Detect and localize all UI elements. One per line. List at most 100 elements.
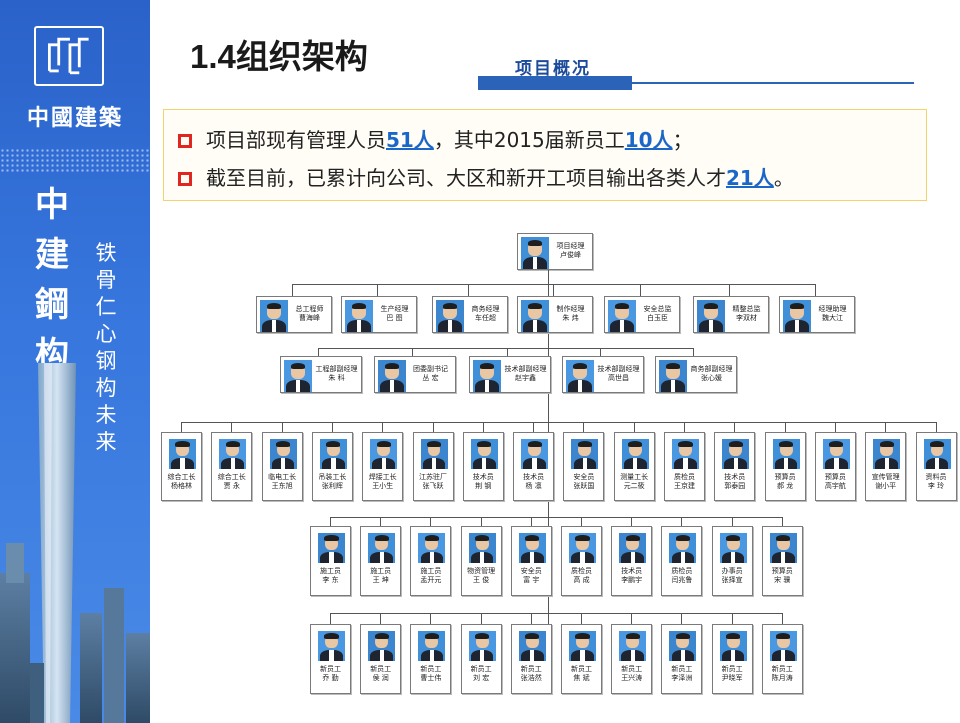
org-node: 安全总监 白玉臣 (604, 296, 680, 333)
connector-line (318, 348, 319, 356)
name-text: 李鹏宇 (621, 576, 643, 584)
person-label: 综合工长贾 永 (212, 473, 251, 491)
org-node: 物资管理王 俊 (460, 526, 502, 596)
role-text: 办事员 (721, 567, 743, 575)
org-node: 施工员 孟开元 (410, 526, 452, 596)
org-node: 新员工 李泽洲 (661, 624, 703, 694)
person-label: 总工程师 曹海峰 (290, 305, 329, 323)
name-text: 卢俊峰 (560, 251, 581, 259)
person-label: 质检员 闫兆鲁 (662, 567, 701, 585)
name-text: 郝 龙 (776, 482, 794, 490)
person-photo (783, 300, 811, 332)
connector-line (482, 422, 484, 432)
person-photo (873, 439, 901, 469)
connector-line (631, 517, 633, 526)
name-text: 荆 钢 (475, 482, 492, 490)
person-label: 施工员王 坤 (361, 567, 400, 585)
person-label: 安全员 张跃国 (564, 473, 603, 491)
role-text: 技术部副经理 (597, 365, 640, 373)
person-label: 制作经理朱 炜 (551, 305, 590, 323)
role-text: 宣传管理 (871, 473, 900, 481)
name-text: 曹士伟 (420, 674, 442, 682)
org-node: 新员工 王兴涛 (611, 624, 653, 694)
role-text: 商务经理 (471, 305, 500, 313)
name-text: 王兴涛 (621, 674, 643, 682)
org-node: 项目经理 卢俊峰 (517, 233, 593, 270)
connector-line (330, 613, 331, 624)
org-node: 新员工 陈月涛 (761, 624, 803, 694)
role-text: 制作经理 (556, 305, 585, 313)
org-node: 办事员 张择宣 (711, 526, 753, 596)
person-photo (608, 300, 636, 332)
role-text: 江苏驻厂 (419, 473, 447, 481)
person-photo (378, 360, 406, 392)
person-photo (769, 533, 797, 563)
name-text: 魏大江 (822, 314, 843, 322)
person-label: 焊接工长 王小生 (363, 473, 402, 491)
name-text: 侯 润 (372, 674, 389, 682)
person-label: 技术部副经理 高世昌 (596, 365, 641, 383)
name-text: 丛 宏 (422, 374, 439, 382)
connector-line (784, 422, 786, 432)
person-label: 吊装工长 张利辉 (313, 473, 352, 491)
role-text: 技术部副经理 (504, 365, 547, 373)
person-photo (420, 439, 448, 469)
role-text: 综合工长 (167, 473, 196, 481)
org-node: 质检员 王京建 (664, 432, 705, 501)
role-text: 预算员 (771, 567, 793, 575)
name-text: 王京建 (674, 482, 695, 490)
person-photo (219, 439, 247, 469)
person-photo (345, 300, 373, 332)
name-text: 李 东 (322, 576, 339, 584)
org-node: 团委副书记丛 宏 (374, 356, 456, 393)
org-node: 技术员 李鹏宇 (611, 526, 653, 596)
connector-line (935, 422, 937, 432)
person-photo (619, 631, 647, 661)
org-node: 新员工侯 润 (360, 624, 402, 694)
role-text: 商务部副经理 (690, 365, 733, 373)
connector-line (331, 422, 333, 432)
role-text: 项目经理 (556, 242, 585, 250)
connector-line (377, 284, 378, 296)
name-text: 贾 永 (223, 482, 240, 490)
name-text: 李泽洲 (671, 674, 693, 682)
name-text: 宋 骥 (774, 576, 791, 584)
person-label: 新员工 李泽洲 (662, 665, 701, 683)
name-text: 焦 斌 (573, 674, 590, 682)
connector-line (412, 348, 413, 356)
role-text: 工程部副经理 (315, 365, 358, 373)
org-node: 生产经理巴 图 (341, 296, 417, 333)
person-label: 工程部副经理朱 科 (314, 365, 359, 383)
connector-line (731, 613, 733, 624)
role-text: 技术员 (724, 473, 746, 481)
org-node: 测量工长 元二筱 (613, 432, 655, 501)
name-text: 张浩然 (520, 674, 542, 682)
org-node: 预算员宋 骥 (761, 526, 803, 596)
role-text: 安全员 (520, 567, 542, 575)
org-node: 江苏驻厂 张飞跃 (412, 432, 454, 501)
name-text: 杨 凛 (525, 482, 542, 490)
connector-line (318, 348, 693, 349)
person-label: 技术部副经理 赵宇鑫 (503, 365, 548, 383)
connector-line (533, 422, 535, 432)
connector-line (583, 422, 585, 432)
person-label: 物资管理王 俊 (462, 567, 501, 585)
org-node: 施工员王 坤 (360, 526, 402, 596)
connector-line (633, 422, 635, 432)
role-text: 总工程师 (295, 305, 324, 313)
role-text: 新员工 (721, 665, 743, 673)
person-photo (619, 533, 647, 563)
name-text: 富 宇 (523, 576, 540, 584)
org-node: 新员工 张浩然 (510, 624, 552, 694)
person-photo (697, 300, 725, 332)
org-node: 质检员 闫兆鲁 (661, 526, 703, 596)
connector-line (382, 422, 384, 432)
connector-line (731, 517, 733, 526)
person-label: 安全总监 白玉臣 (638, 305, 677, 323)
person-label: 新员工 尹晓军 (713, 665, 752, 683)
connector-line (292, 284, 293, 296)
org-node: 新员工 曹士伟 (410, 624, 452, 694)
org-node: 技术员 郭泰园 (714, 432, 756, 501)
person-label: 新员工乔 勤 (311, 665, 350, 683)
role-text: 综合工长 (217, 473, 246, 481)
